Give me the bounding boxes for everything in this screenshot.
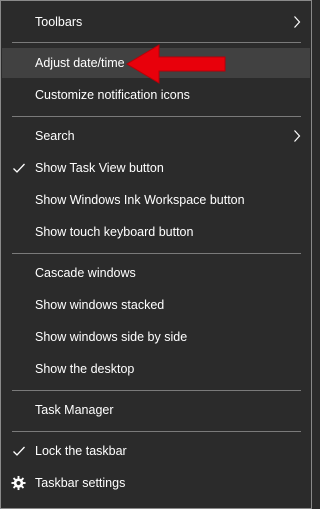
menu-item-show-windows-side-by-side[interactable]: Show windows side by side xyxy=(2,322,310,352)
menu-item-show-touch-keyboard-button[interactable]: Show touch keyboard button xyxy=(2,217,310,247)
chevron-right-icon xyxy=(294,130,301,142)
menu-item-label: Adjust date/time xyxy=(35,56,125,70)
menu-item-label: Show Task View button xyxy=(35,161,164,175)
menu-separator xyxy=(12,431,301,432)
menu-separator xyxy=(12,253,301,254)
menu-item-toolbars[interactable]: Toolbars xyxy=(2,7,310,37)
menu-item-label: Customize notification icons xyxy=(35,88,190,102)
checkmark-icon xyxy=(13,446,25,456)
menu-item-lock-the-taskbar[interactable]: Lock the taskbar xyxy=(2,436,310,466)
menu-item-label: Show windows side by side xyxy=(35,330,188,344)
menu-separator xyxy=(12,390,301,391)
menu-item-label: Toolbars xyxy=(35,15,83,29)
menu-item-task-manager[interactable]: Task Manager xyxy=(2,395,310,425)
menu-item-label: Show touch keyboard button xyxy=(35,225,194,239)
menu-item-label: Show Windows Ink Workspace button xyxy=(35,193,245,207)
menu-item-show-windows-stacked[interactable]: Show windows stacked xyxy=(2,290,310,320)
menu-item-label: Taskbar settings xyxy=(35,476,126,490)
menu-item-show-task-view-button[interactable]: Show Task View button xyxy=(2,153,310,183)
gear-icon xyxy=(11,475,26,491)
checkmark-icon xyxy=(13,163,25,173)
menu-item-label: Task Manager xyxy=(35,403,114,417)
menu-item-label: Cascade windows xyxy=(35,266,136,280)
menu-item-label: Search xyxy=(35,129,75,143)
menu-item-taskbar-settings[interactable]: Taskbar settings xyxy=(2,468,310,498)
menu-separator xyxy=(12,116,301,117)
menu-item-show-windows-ink-workspace-button[interactable]: Show Windows Ink Workspace button xyxy=(2,185,310,215)
menu-item-label: Show the desktop xyxy=(35,362,135,376)
menu-item-label: Lock the taskbar xyxy=(35,444,127,458)
chevron-right-icon xyxy=(294,16,301,28)
red-arrow-icon xyxy=(126,44,226,84)
menu-item-search[interactable]: Search xyxy=(2,121,310,151)
menu-item-cascade-windows[interactable]: Cascade windows xyxy=(2,258,310,288)
menu-item-label: Show windows stacked xyxy=(35,298,165,312)
taskbar-context-menu: Toolbars Adjust date/time Customize noti… xyxy=(0,0,312,509)
menu-item-show-the-desktop[interactable]: Show the desktop xyxy=(2,354,310,384)
